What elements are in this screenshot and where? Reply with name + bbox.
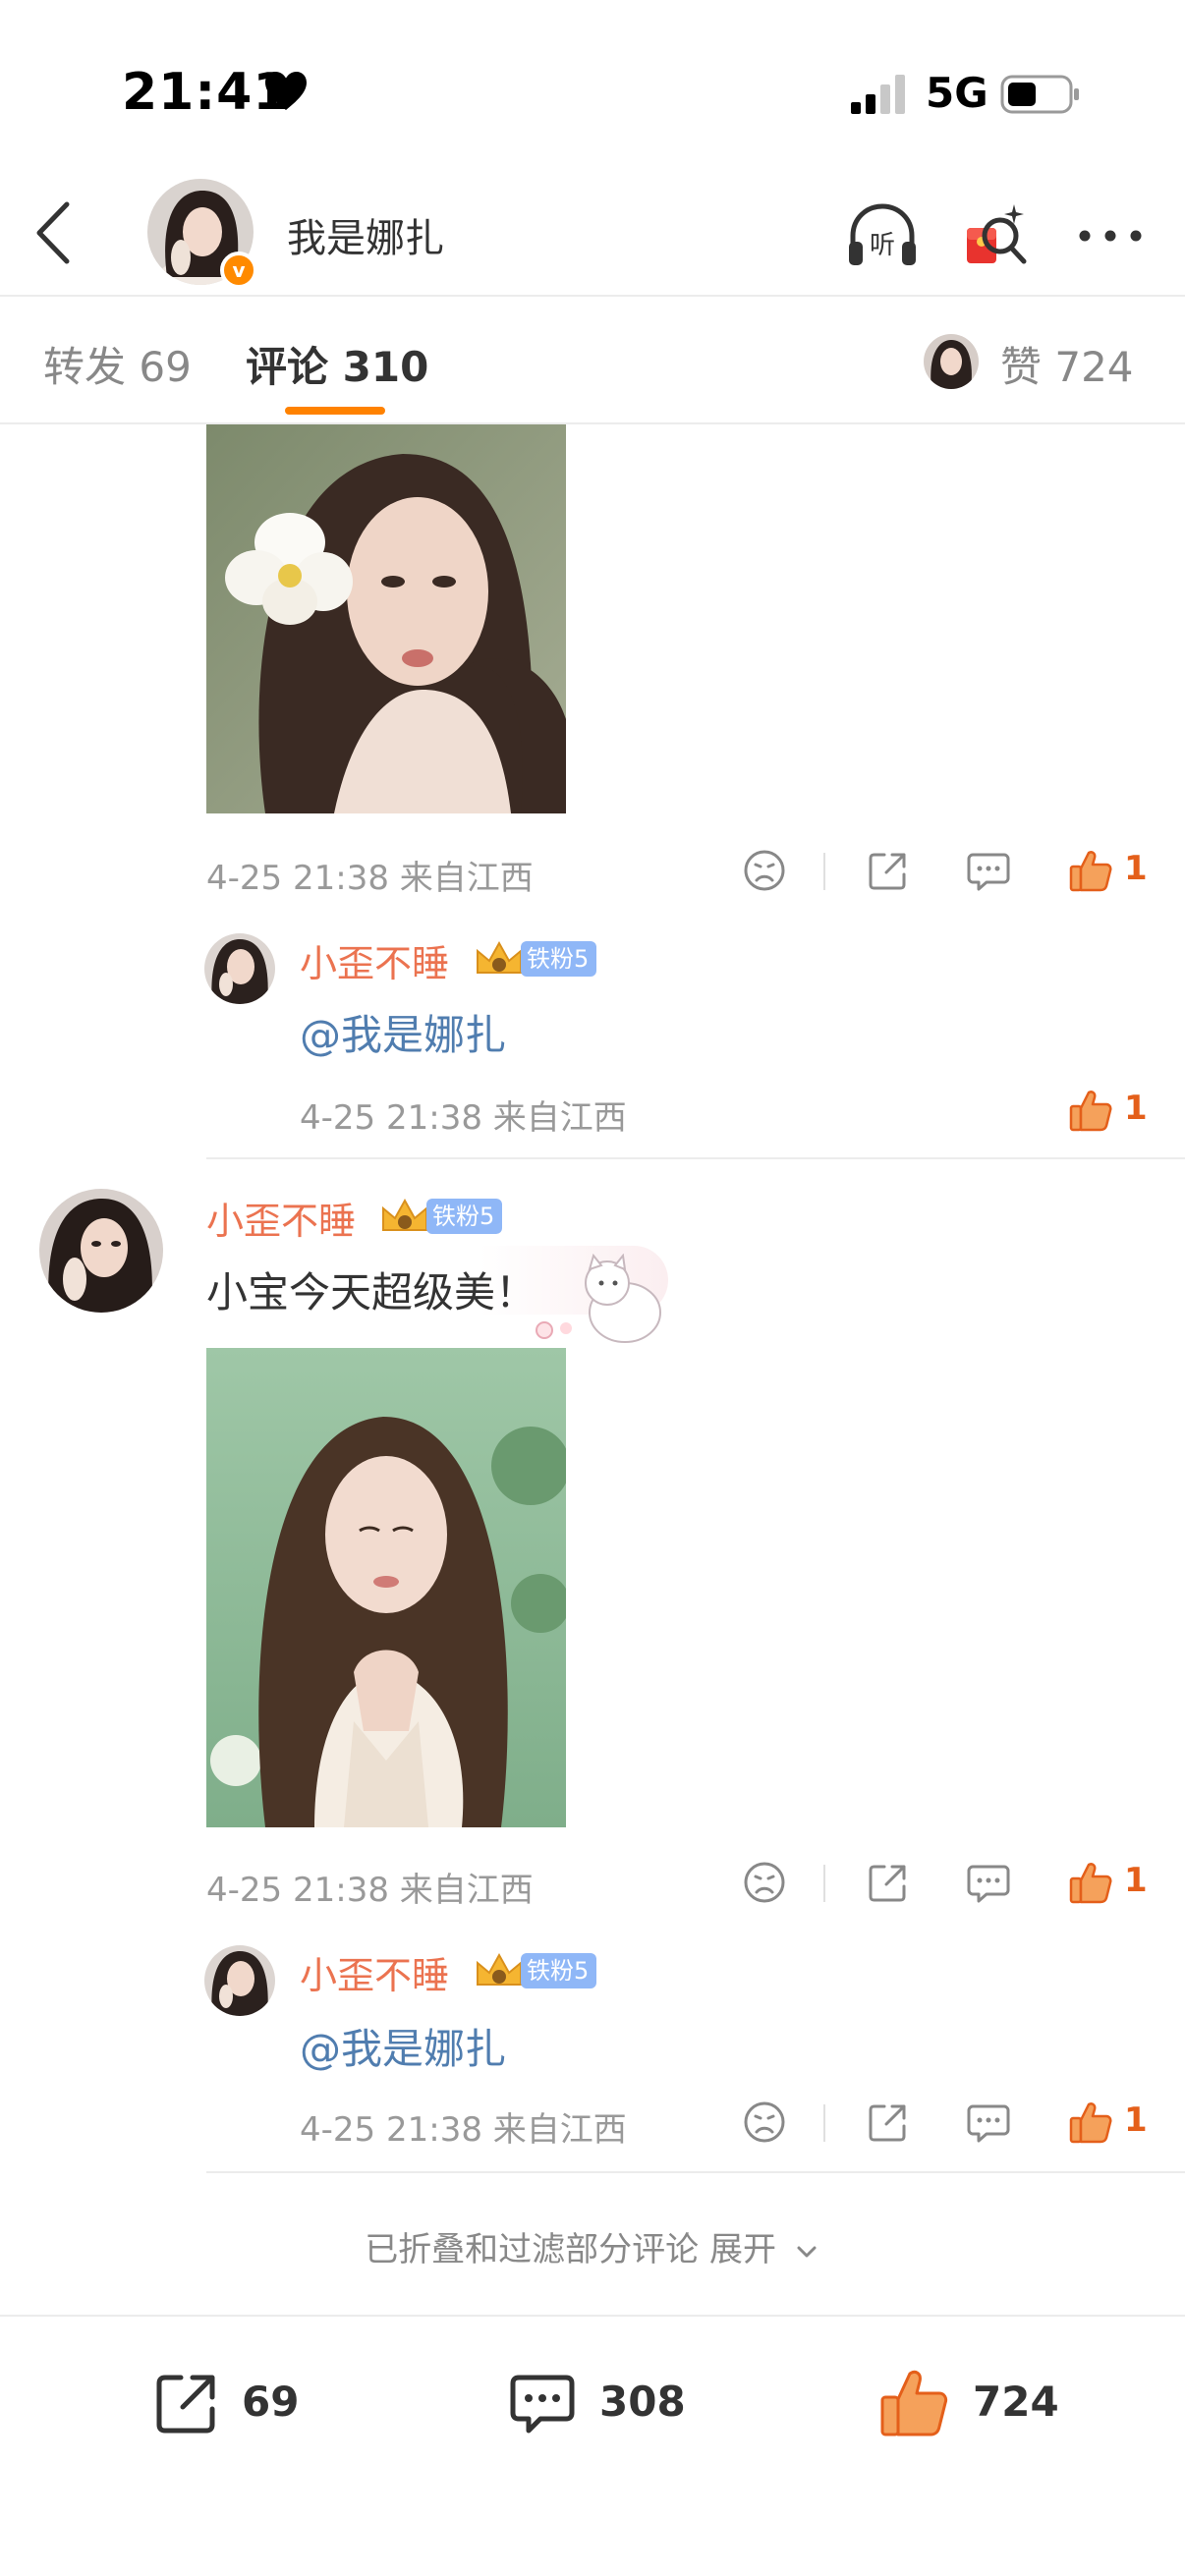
comment-button[interactable]: 308 (503, 2364, 719, 2442)
thumb-up-icon[interactable] (1065, 1857, 1116, 1908)
tab-comments[interactable]: 评论 310 (246, 334, 428, 394)
reply-timestamp: 4-25 21:38 来自江西 (300, 2110, 627, 2150)
comment-image[interactable] (206, 1348, 566, 1827)
tab-likes[interactable]: 赞 724 (1000, 334, 1134, 394)
comment-text[interactable]: 小宝今天超级美！ (206, 1260, 536, 1319)
reply-actions: 1 (739, 2097, 1152, 2156)
fold-notice[interactable]: 已折叠和过滤部分评论 展开 (0, 2222, 1185, 2270)
tab-reposts[interactable]: 转发 69 (43, 334, 192, 394)
red-packet-icon[interactable] (959, 196, 1038, 275)
crown-icon (382, 1198, 427, 1231)
action-divider (823, 2104, 825, 2142)
comment-timestamp: 4-25 21:38 来自江西 (206, 1871, 534, 1910)
repost-button[interactable]: 69 (147, 2364, 344, 2442)
crown-icon (477, 1952, 522, 1986)
chevron-down-icon (797, 2246, 817, 2257)
kitty-sticker-icon (536, 1254, 661, 1343)
share-icon[interactable] (863, 845, 914, 896)
comment-icon[interactable] (963, 2097, 1014, 2148)
dislike-icon[interactable] (739, 2097, 790, 2148)
like-button[interactable]: 724 (875, 2364, 1091, 2442)
reply-avatar[interactable] (204, 933, 275, 1004)
verified-badge: v (220, 252, 257, 289)
author-avatar[interactable]: v (147, 179, 257, 289)
more-icon[interactable] (1071, 196, 1150, 275)
status-bar: 21:41 5G (0, 0, 1185, 167)
divider (206, 2171, 1185, 2173)
share-icon[interactable] (863, 2097, 914, 2148)
thumb-up-icon[interactable] (1065, 1085, 1116, 1136)
comment-actions: 1 (739, 845, 1152, 904)
heart-icon (265, 72, 307, 110)
thumb-up-icon[interactable] (1065, 2097, 1116, 2148)
comment-actions: 1 (739, 1857, 1152, 1916)
dislike-icon[interactable] (739, 845, 790, 896)
svg-text:听: 听 (870, 231, 895, 260)
reply-avatar[interactable] (204, 1945, 275, 2016)
comment-icon[interactable] (963, 845, 1014, 896)
reply-timestamp: 4-25 21:38 来自江西 (300, 1098, 627, 1138)
tab-bar: 转发 69 评论 310 赞 724 (0, 297, 1185, 424)
fan-level-badge: 铁粉5 (521, 941, 597, 977)
reply-username[interactable]: 小歪不睡 (300, 1945, 449, 1999)
listen-icon[interactable]: 听 (843, 196, 922, 275)
battery-icon (1000, 75, 1079, 114)
liker-avatar (924, 334, 979, 389)
action-divider (823, 1865, 825, 1902)
comment-image[interactable] (206, 424, 566, 813)
thumb-up-icon[interactable] (1065, 845, 1116, 896)
comment-username[interactable]: 小歪不睡 (206, 1191, 356, 1245)
like-total: 724 (973, 2378, 1059, 2426)
fan-level-badge: 铁粉5 (521, 1953, 597, 1988)
thumb-up-icon (880, 2370, 948, 2436)
commenter-avatar[interactable] (39, 1189, 163, 1313)
crown-icon (477, 940, 522, 974)
signal-icon (851, 75, 905, 114)
comment-timestamp: 4-25 21:38 来自江西 (206, 859, 534, 898)
like-count: 1 (1124, 849, 1148, 888)
top-nav-bar: v 我是娜扎 听 (0, 167, 1185, 297)
share-icon[interactable] (863, 1857, 914, 1908)
comment-icon (510, 2375, 575, 2434)
bottom-action-bar: 69 308 724 (0, 2315, 1185, 2576)
reply-actions: 1 (1065, 1085, 1163, 1144)
reply-username[interactable]: 小歪不睡 (300, 933, 449, 987)
like-count: 1 (1124, 1861, 1148, 1900)
comment-icon[interactable] (963, 1857, 1014, 1908)
network-type: 5G (926, 69, 988, 117)
repost-icon (156, 2375, 215, 2434)
fold-notice-text: 已折叠和过滤部分评论 展开 (365, 2230, 776, 2269)
back-icon[interactable] (29, 198, 77, 267)
like-count: 1 (1124, 2100, 1148, 2140)
comment-count: 308 (599, 2378, 686, 2426)
active-tab-indicator (285, 407, 385, 415)
divider (206, 1157, 1185, 1159)
reply-text[interactable]: @我是娜扎 (300, 1002, 506, 1062)
author-name[interactable]: 我是娜扎 (287, 206, 444, 263)
reply-text[interactable]: @我是娜扎 (300, 2016, 506, 2076)
like-count: 1 (1124, 1089, 1148, 1128)
repost-count: 69 (242, 2378, 300, 2426)
action-divider (823, 853, 825, 890)
fan-level-badge: 铁粉5 (426, 1199, 503, 1234)
dislike-icon[interactable] (739, 1857, 790, 1908)
